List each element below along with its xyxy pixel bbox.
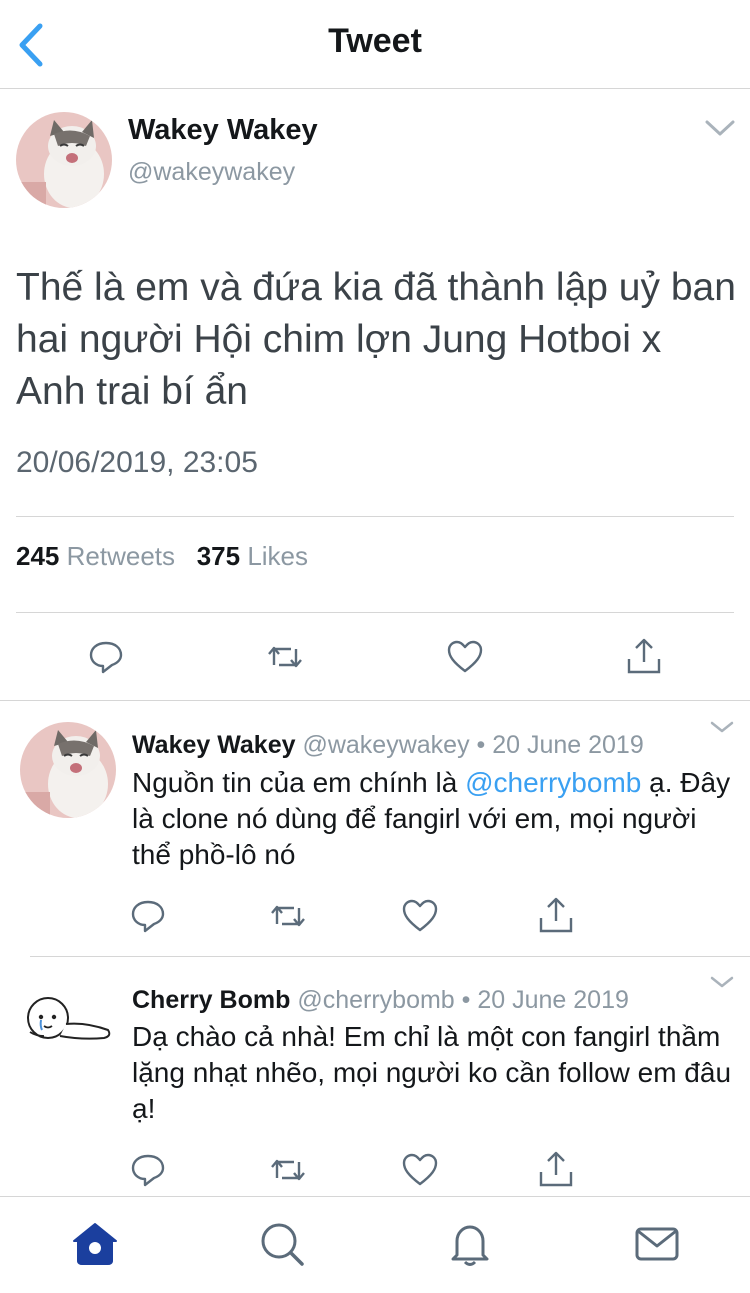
chevron-down-icon [705,120,735,136]
reply-options-button[interactable] [710,720,734,739]
divider [0,700,750,701]
chevron-down-icon [710,976,734,988]
heart-icon [402,1153,438,1186]
likes-stat[interactable]: 375 Likes [197,541,308,571]
top-nav-bar: Tweet [0,0,750,89]
retweet-icon [268,646,302,668]
bottom-tab-bar [0,1196,750,1293]
like-button[interactable] [400,896,440,936]
like-button[interactable] [445,637,485,677]
like-button[interactable] [400,1150,440,1190]
reply-avatar[interactable] [20,722,116,818]
reply-icon [131,1154,165,1187]
retweets-stat[interactable]: 245 Retweets [16,541,175,571]
reply-button[interactable] [128,1150,168,1190]
tweet-options-button[interactable] [704,118,736,143]
reply-text: Dạ chào cả nhà! Em chỉ là một con fangir… [132,1021,732,1124]
retweet-icon [271,1159,305,1181]
tweet-text: Thế là em và đứa kia đã thành lập uỷ ban… [16,266,736,413]
cat-avatar-icon [20,722,116,818]
heart-icon [402,899,438,932]
share-icon [627,638,661,674]
tab-home[interactable] [70,1219,120,1269]
search-icon [261,1223,304,1266]
retweet-button[interactable] [265,637,305,677]
author-handle[interactable]: @wakeywakey [128,158,295,187]
cat-avatar-icon [16,112,112,208]
reply-avatar[interactable] [20,980,116,1076]
reply-icon [89,641,123,674]
reply-button[interactable] [128,896,168,936]
reply-options-button[interactable] [710,975,734,994]
tab-search[interactable] [257,1219,307,1269]
reply-text-start: Nguồn tin của em chính là [132,767,466,798]
tweet-timestamp: 20/06/2019, 23:05 [16,446,258,479]
retweet-button[interactable] [268,896,308,936]
author-name[interactable]: Wakey Wakey [128,114,318,147]
divider [30,956,750,957]
chevron-down-icon [710,721,734,733]
likes-label: Likes [247,541,309,571]
retweets-count: 245 [16,541,60,571]
mail-icon [635,1227,679,1261]
page-title: Tweet [328,22,422,60]
retweets-label: Retweets [66,541,176,571]
divider [16,516,734,517]
reply-icon [131,900,165,933]
divider [16,612,734,613]
likes-count: 375 [196,541,241,571]
reply-text: Nguồn tin của em chính là @cherrybomb ạ.… [132,765,732,873]
seal-avatar-icon [20,980,116,1076]
tab-messages[interactable] [632,1219,682,1269]
reply-header: Cherry Bomb @cherrybomb • 20 June 2019 [132,986,629,1015]
reply-author-name[interactable]: Wakey Wakey [132,731,296,759]
reply-button[interactable] [86,637,126,677]
home-icon [73,1223,117,1265]
retweet-button[interactable] [268,1150,308,1190]
share-button[interactable] [536,1150,576,1190]
reply-meta: @cherrybomb • 20 June 2019 [297,986,629,1014]
retweet-icon [271,905,305,927]
mention-link[interactable]: @cherrybomb [465,767,641,798]
reply-header: Wakey Wakey @wakeywakey • 20 June 2019 [132,731,644,760]
tweet-stats: 245 Retweets 375 Likes [16,541,308,572]
reply-meta: @wakeywakey • 20 June 2019 [302,731,644,759]
share-icon [539,897,573,933]
reply-author-name[interactable]: Cherry Bomb [132,986,290,1014]
share-icon [539,1151,573,1187]
avatar[interactable] [16,112,112,208]
share-button[interactable] [536,896,576,936]
heart-icon [447,640,483,673]
share-button[interactable] [624,637,664,677]
tab-notifications[interactable] [445,1219,495,1269]
bell-icon [451,1225,489,1266]
